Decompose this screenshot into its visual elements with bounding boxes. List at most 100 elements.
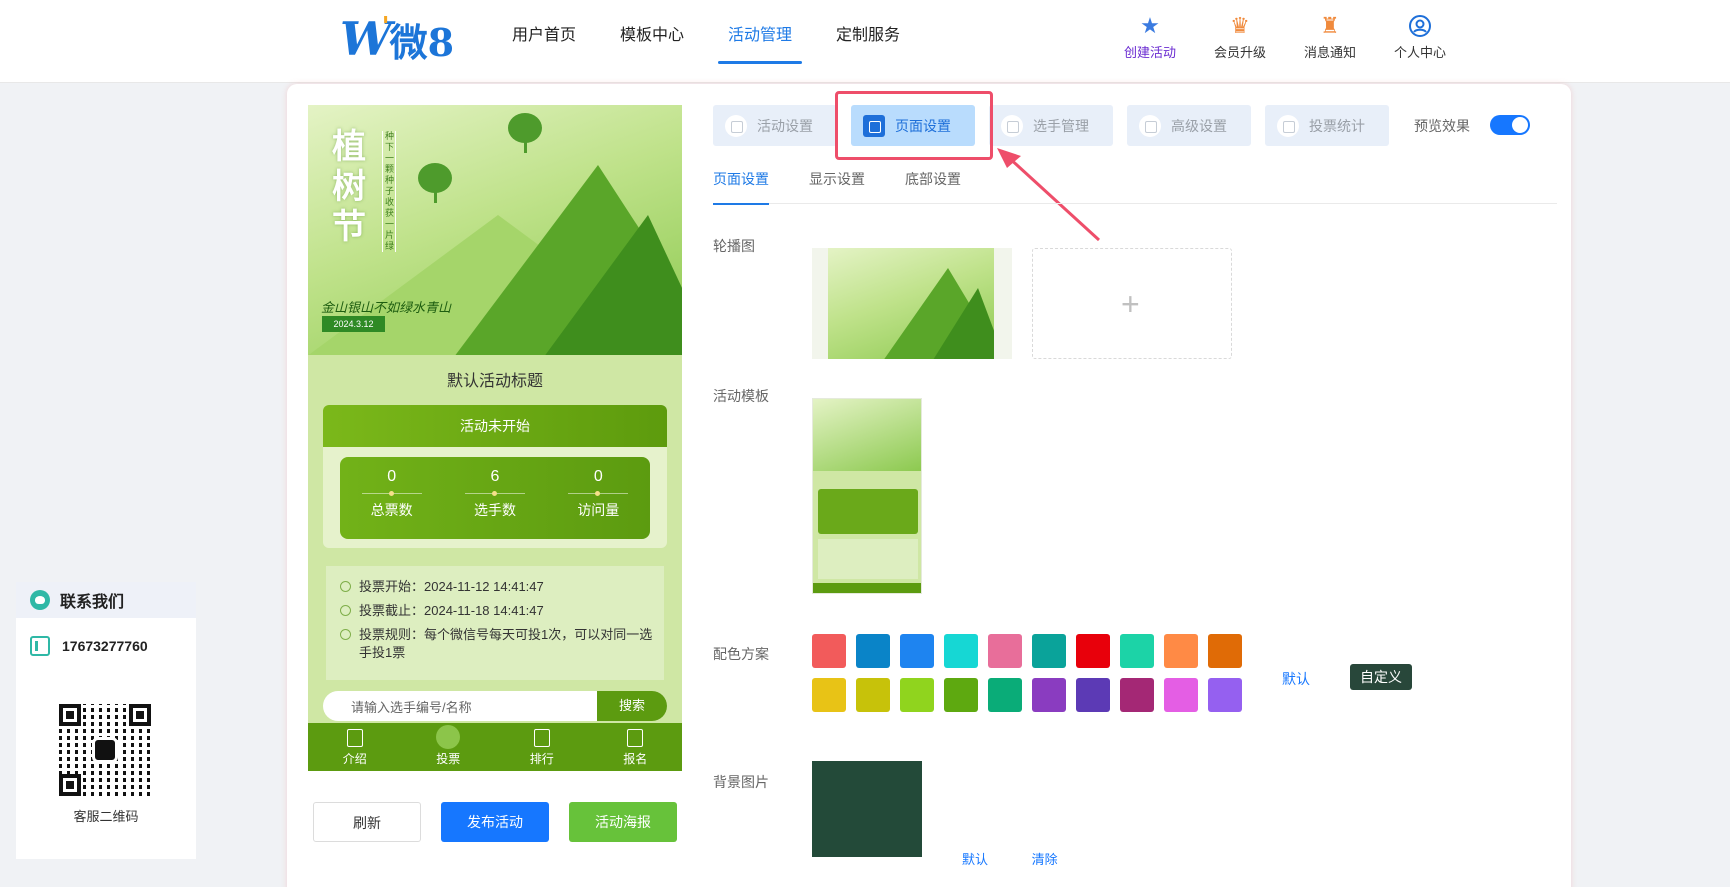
- logo[interactable]: W' 微8: [340, 12, 455, 66]
- stat-divider: [464, 491, 525, 496]
- tree-illustration: [418, 163, 452, 203]
- clock-icon: [340, 581, 351, 592]
- stat-visits: 0 访问量: [547, 457, 650, 539]
- carousel-image[interactable]: [812, 248, 1012, 359]
- color-swatch[interactable]: [1164, 678, 1198, 712]
- color-default-link[interactable]: 默认: [1282, 669, 1310, 689]
- step-vote-statistics[interactable]: 投票统计: [1265, 105, 1389, 146]
- color-swatch[interactable]: [988, 678, 1022, 712]
- step-contestant-management[interactable]: 选手管理: [989, 105, 1113, 146]
- preview-tabbar: 介绍 投票 排行 报名: [308, 723, 682, 771]
- tab-ranking[interactable]: 排行: [495, 723, 589, 771]
- color-swatch[interactable]: [1076, 678, 1110, 712]
- nav-activity-management[interactable]: 活动管理: [706, 0, 814, 83]
- color-swatch[interactable]: [1164, 634, 1198, 668]
- color-swatch[interactable]: [1208, 634, 1242, 668]
- step-advanced-settings[interactable]: 高级设置: [1127, 105, 1251, 146]
- color-swatches: [812, 634, 1252, 712]
- contact-header: 联系我们: [16, 582, 196, 618]
- subtab-display-settings[interactable]: 显示设置: [809, 168, 865, 204]
- step-label: 投票统计: [1309, 117, 1365, 134]
- user-center-label: 个人中心: [1393, 45, 1446, 60]
- phone-icon: [30, 636, 50, 656]
- color-swatch[interactable]: [812, 634, 846, 668]
- qr-finder: [59, 704, 81, 726]
- stat-divider: [361, 491, 422, 496]
- background-default-link[interactable]: 默认: [962, 852, 988, 867]
- activity-template-thumbnail[interactable]: [812, 398, 922, 594]
- color-swatch[interactable]: [1032, 634, 1066, 668]
- logo-text: 微8: [389, 19, 455, 65]
- search-placeholder: 请输入选手编号/名称: [351, 700, 472, 715]
- template-banner: [813, 399, 921, 471]
- color-swatch[interactable]: [988, 634, 1022, 668]
- subtab-page-settings[interactable]: 页面设置: [713, 168, 769, 205]
- carousel-label: 轮播图: [713, 238, 755, 254]
- color-swatch[interactable]: [944, 634, 978, 668]
- color-swatch[interactable]: [900, 634, 934, 668]
- layout-icon: [863, 114, 885, 137]
- qr-finder: [59, 774, 81, 796]
- contact-card: 联系我们 17673277760 客服二维码: [16, 582, 196, 859]
- logo-mark: W': [340, 12, 392, 66]
- qr-finder: [129, 704, 151, 726]
- stat-value: 6: [490, 468, 500, 485]
- editor-panel: 植树节 种下一颗种子 收获一片绿 金山银山不如绿水青山 2024.3.12 默认…: [287, 84, 1571, 887]
- color-swatch[interactable]: [812, 678, 846, 712]
- color-swatch[interactable]: [856, 678, 890, 712]
- step-label: 活动设置: [757, 117, 813, 134]
- user-circle-icon: [1375, 12, 1465, 40]
- create-activity-button[interactable]: ★ 创建活动: [1105, 12, 1195, 61]
- template-info: [818, 539, 918, 579]
- user-center-button[interactable]: 个人中心: [1375, 12, 1465, 61]
- contact-phone: 17673277760: [16, 618, 196, 656]
- color-swatch[interactable]: [944, 678, 978, 712]
- top-navigation-bar: W' 微8 用户首页 模板中心 活动管理 定制服务 ★ 创建活动 ♛ 会员升级 …: [0, 0, 1730, 83]
- heart-icon: [725, 114, 747, 137]
- stat-total-votes: 0 总票数: [340, 457, 443, 539]
- search-button[interactable]: 搜索: [597, 691, 667, 721]
- color-swatch[interactable]: [1076, 634, 1110, 668]
- color-swatch[interactable]: [1120, 634, 1154, 668]
- notifications-button[interactable]: ♜ 消息通知: [1285, 12, 1375, 61]
- vote-icon: [436, 725, 461, 749]
- tab-vote[interactable]: 投票: [402, 723, 496, 771]
- phone-number: 17673277760: [62, 638, 148, 654]
- refresh-button[interactable]: 刷新: [313, 802, 421, 842]
- nav-home[interactable]: 用户首页: [490, 0, 598, 83]
- nav-templates[interactable]: 模板中心: [598, 0, 706, 83]
- banner-slogan: 金山银山不如绿水青山: [321, 301, 452, 316]
- calendar-icon: [1277, 114, 1299, 137]
- notifications-label: 消息通知: [1303, 45, 1356, 60]
- color-swatch[interactable]: [1032, 678, 1066, 712]
- background-image[interactable]: [812, 761, 922, 857]
- step-activity-settings[interactable]: 活动设置: [713, 105, 837, 146]
- color-swatch[interactable]: [1120, 678, 1154, 712]
- activity-status: 活动未开始: [323, 405, 667, 447]
- subtab-footer-settings[interactable]: 底部设置: [905, 168, 961, 204]
- document-icon: [346, 729, 363, 747]
- step-label: 高级设置: [1171, 117, 1227, 134]
- tab-label: 排行: [529, 752, 554, 766]
- color-swatch[interactable]: [1208, 678, 1242, 712]
- tree-illustration: [508, 113, 542, 153]
- tab-signup[interactable]: 报名: [589, 723, 683, 771]
- color-scheme-label: 配色方案: [713, 646, 769, 662]
- tab-intro[interactable]: 介绍: [308, 723, 402, 771]
- contestant-search[interactable]: 请输入选手编号/名称 搜索: [323, 691, 667, 721]
- activity-poster-button[interactable]: 活动海报: [569, 802, 677, 842]
- color-swatch[interactable]: [856, 634, 890, 668]
- publish-activity-button[interactable]: 发布活动: [441, 802, 549, 842]
- nav-custom-service[interactable]: 定制服务: [814, 0, 922, 83]
- preview-toggle[interactable]: [1490, 115, 1530, 135]
- bell-badge-icon: ♜: [1320, 13, 1340, 38]
- template-stats: [818, 489, 918, 534]
- star-icon: ★: [1140, 13, 1160, 38]
- service-qr-code: [59, 704, 151, 796]
- color-swatch[interactable]: [900, 678, 934, 712]
- step-page-settings[interactable]: 页面设置: [851, 105, 975, 146]
- carousel-upload[interactable]: +: [1032, 248, 1232, 359]
- member-upgrade-button[interactable]: ♛ 会员升级: [1195, 12, 1285, 61]
- background-clear-link[interactable]: 清除: [1032, 852, 1058, 867]
- color-custom-button[interactable]: 自定义: [1350, 664, 1412, 690]
